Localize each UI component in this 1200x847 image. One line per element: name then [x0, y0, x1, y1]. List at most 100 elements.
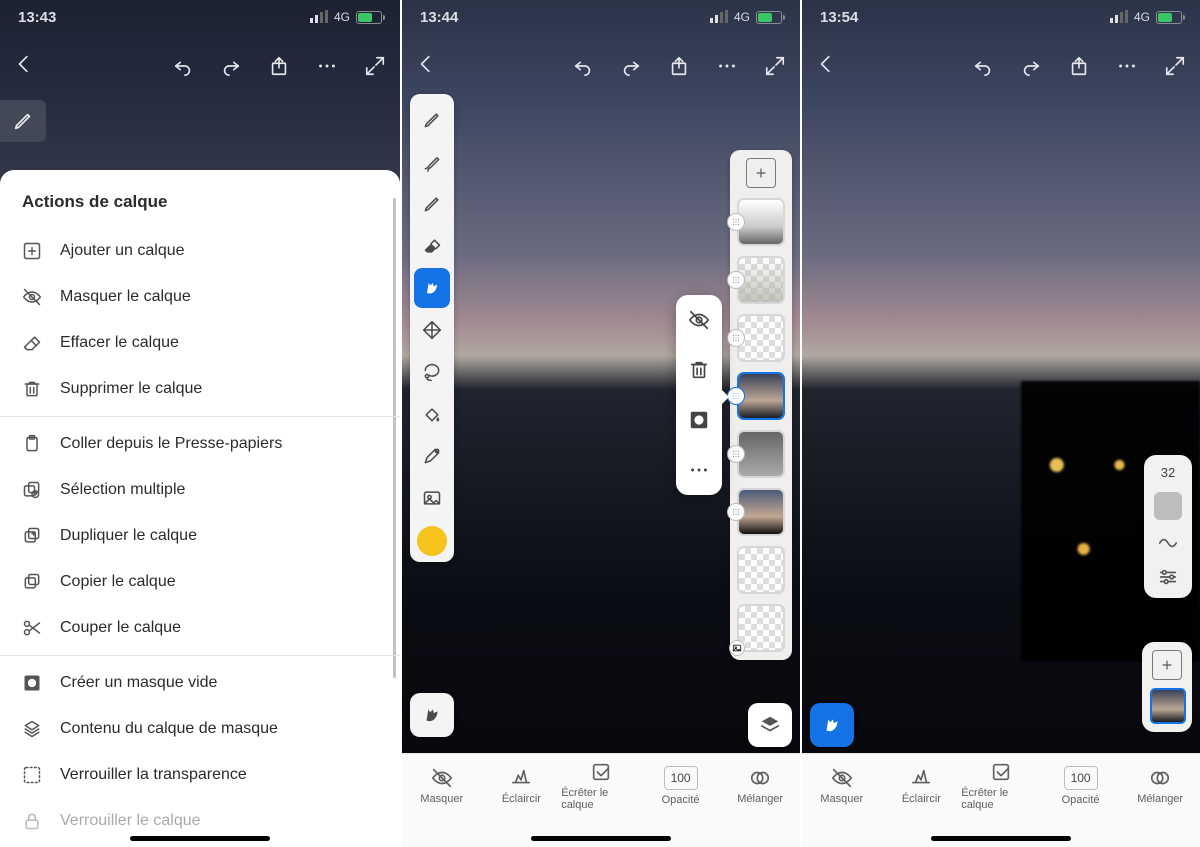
color-swatch[interactable]	[417, 526, 447, 556]
bb-opacity[interactable]: 100 Opacité	[641, 766, 721, 806]
redo-button[interactable]	[1020, 55, 1042, 77]
brush-settings-button[interactable]	[810, 703, 854, 747]
brush-tool[interactable]	[414, 142, 450, 182]
screen-2: 13:44 4G	[400, 0, 800, 847]
bb-lighten[interactable]: Éclaircir	[482, 767, 562, 805]
action-create-mask[interactable]: Créer un masque vide	[0, 660, 400, 706]
bb-blend[interactable]: Mélanger	[720, 767, 800, 805]
bb-clip[interactable]: Écrêter le calque	[561, 761, 641, 811]
status-time: 13:43	[18, 9, 56, 26]
pencil-tool[interactable]	[414, 100, 450, 140]
back-button[interactable]	[14, 53, 36, 75]
bb-blend[interactable]: Mélanger	[1120, 767, 1200, 805]
smudge-tool[interactable]	[414, 268, 450, 308]
action-delete-layer[interactable]: Supprimer le calque	[0, 366, 400, 412]
eraser-tool[interactable]	[414, 226, 450, 266]
undo-button[interactable]	[172, 55, 194, 77]
fullscreen-button[interactable]	[764, 55, 786, 77]
action-clear-layer[interactable]: Effacer le calque	[0, 320, 400, 366]
undo-button[interactable]	[572, 55, 594, 77]
popover-delete[interactable]	[676, 345, 722, 395]
add-layer-button[interactable]	[746, 158, 776, 188]
pencil2-tool[interactable]	[414, 184, 450, 224]
more-button[interactable]	[716, 55, 738, 77]
brush-settings-button[interactable]	[410, 693, 454, 737]
action-cut[interactable]: Couper le calque	[0, 605, 400, 651]
layer-thumb-selected[interactable]	[1150, 688, 1186, 724]
bb-hide[interactable]: Masquer	[802, 767, 882, 805]
more-button[interactable]	[1116, 55, 1138, 77]
move-tool[interactable]	[414, 310, 450, 350]
fullscreen-button[interactable]	[1164, 55, 1186, 77]
action-add-layer[interactable]: Ajouter un calque	[0, 228, 400, 274]
drag-handle-icon[interactable]	[727, 213, 745, 231]
undo-button[interactable]	[972, 55, 994, 77]
drag-handle-icon[interactable]	[727, 445, 745, 463]
flow-icon[interactable]	[1157, 532, 1179, 554]
home-indicator[interactable]	[931, 836, 1071, 841]
drag-handle-icon[interactable]	[727, 387, 745, 405]
drag-handle-icon[interactable]	[727, 329, 745, 347]
action-hide-layer[interactable]: Masquer le calque	[0, 274, 400, 320]
action-mask-content[interactable]: Contenu du calque de masque	[0, 706, 400, 752]
layer-actions-sheet: Actions de calque Ajouter un calque Masq…	[0, 170, 400, 847]
action-paste[interactable]: Coller depuis le Presse-papiers	[0, 421, 400, 467]
redo-button[interactable]	[220, 55, 242, 77]
fill-tool[interactable]	[414, 394, 450, 434]
share-button[interactable]	[268, 55, 290, 77]
popover-mask[interactable]	[676, 395, 722, 445]
share-button[interactable]	[668, 55, 690, 77]
fullscreen-button[interactable]	[364, 55, 386, 77]
action-label: Couper le calque	[60, 619, 181, 637]
status-bar: 13:44 4G	[402, 0, 800, 34]
layers-toggle-button[interactable]	[748, 703, 792, 747]
layer-thumb[interactable]	[737, 256, 785, 304]
brush-size-badge[interactable]	[0, 100, 46, 142]
bb-hide[interactable]: Masquer	[402, 767, 482, 805]
home-indicator[interactable]	[130, 836, 270, 841]
lasso-tool[interactable]	[414, 352, 450, 392]
image-tool[interactable]	[414, 478, 450, 518]
eyedropper-tool[interactable]	[414, 436, 450, 476]
eye-off-icon	[831, 767, 853, 789]
bb-opacity[interactable]: 100 Opacité	[1041, 766, 1121, 806]
action-multiselect[interactable]: Sélection multiple	[0, 467, 400, 513]
lighten-icon	[510, 767, 532, 789]
layer-thumb[interactable]	[737, 198, 785, 246]
action-label: Créer un masque vide	[60, 674, 217, 692]
action-lock-alpha[interactable]: Verrouiller la transparence	[0, 752, 400, 798]
layer-thumb[interactable]	[737, 604, 785, 652]
layer-thumb[interactable]	[737, 430, 785, 478]
trash-icon	[22, 379, 42, 399]
drag-handle-icon[interactable]	[727, 503, 745, 521]
drag-handle-icon[interactable]	[727, 271, 745, 289]
home-indicator[interactable]	[531, 836, 671, 841]
layer-thumb-selected[interactable]	[737, 372, 785, 420]
canvas-bg[interactable]	[802, 0, 1200, 847]
popover-more[interactable]	[676, 445, 722, 495]
battery-icon	[1156, 11, 1182, 24]
redo-button[interactable]	[620, 55, 642, 77]
action-label: Ajouter un calque	[60, 242, 185, 260]
bb-lighten[interactable]: Éclaircir	[882, 767, 962, 805]
layer-thumb[interactable]	[737, 488, 785, 536]
action-duplicate[interactable]: Dupliquer le calque	[0, 513, 400, 559]
bb-clip[interactable]: Écrêter le calque	[961, 761, 1041, 811]
popover-hide[interactable]	[676, 295, 722, 345]
top-toolbar	[402, 44, 800, 88]
action-label: Verrouiller la transparence	[60, 766, 247, 784]
action-copy[interactable]: Copier le calque	[0, 559, 400, 605]
battery-icon	[356, 11, 382, 24]
back-button[interactable]	[816, 53, 838, 75]
action-label: Effacer le calque	[60, 334, 179, 352]
more-button[interactable]	[316, 55, 338, 77]
layer-thumb[interactable]	[737, 314, 785, 362]
back-button[interactable]	[416, 53, 438, 75]
clip-icon	[990, 761, 1012, 783]
layer-thumb[interactable]	[737, 546, 785, 594]
add-layer-button[interactable]	[1152, 650, 1182, 680]
sliders-icon[interactable]	[1157, 566, 1179, 588]
brush-preview[interactable]	[1154, 492, 1182, 520]
share-button[interactable]	[1068, 55, 1090, 77]
action-label: Coller depuis le Presse-papiers	[60, 435, 282, 453]
